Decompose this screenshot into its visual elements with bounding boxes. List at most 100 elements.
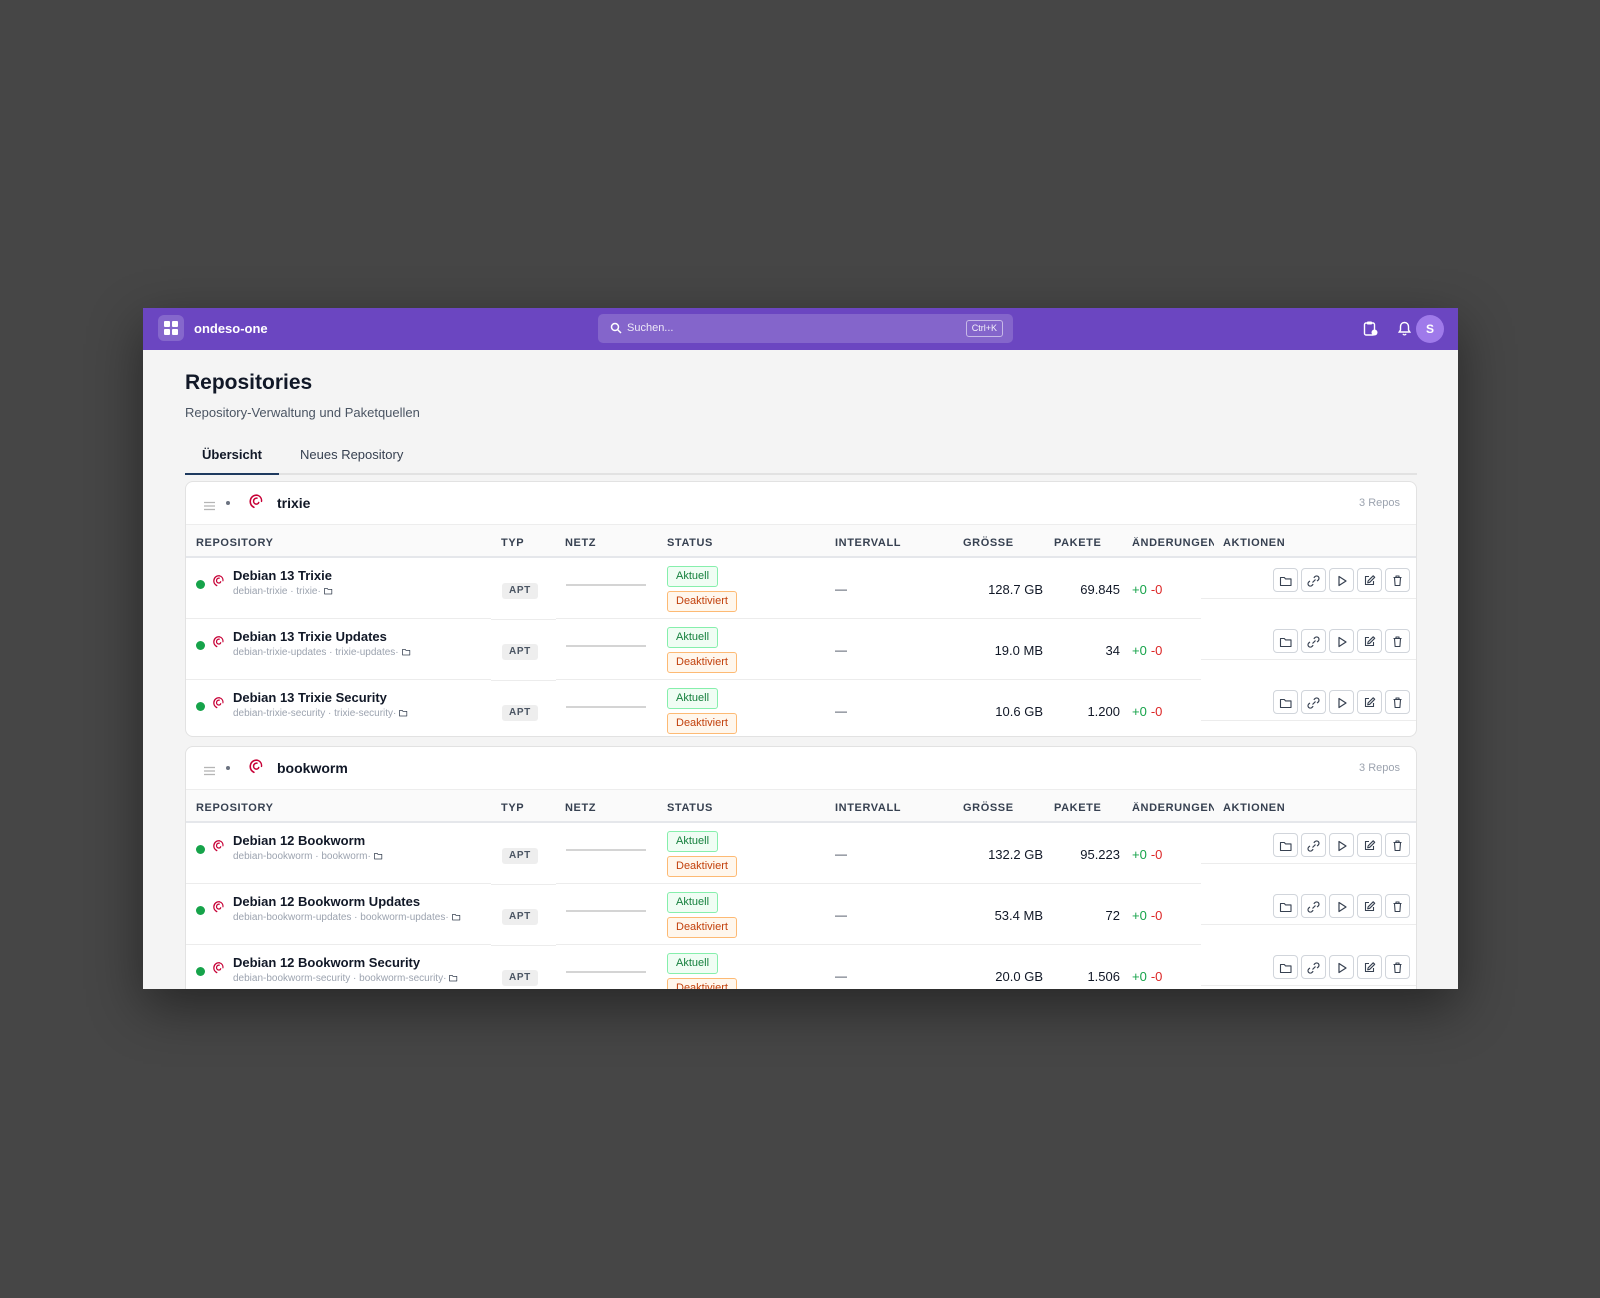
repo-name[interactable]: Debian 12 Bookworm Security	[233, 955, 420, 970]
app-name[interactable]: ondeso-one	[194, 321, 268, 336]
edit-button[interactable]	[1357, 690, 1382, 714]
changes-value: +0 -0	[1132, 908, 1162, 923]
play-button[interactable]	[1329, 568, 1354, 592]
col-netz[interactable]: NETZ	[565, 537, 596, 549]
collapse-caret-icon[interactable]	[226, 766, 230, 770]
col-status[interactable]: STATUS	[667, 802, 713, 814]
tab-neues-repository[interactable]: Neues Repository	[300, 435, 403, 475]
repo-name[interactable]: Debian 12 Bookworm	[233, 833, 365, 848]
repo-name[interactable]: Debian 13 Trixie	[233, 568, 332, 583]
folder-icon	[374, 853, 383, 860]
trash-button[interactable]	[1385, 629, 1410, 653]
repo-name[interactable]: Debian 13 Trixie Updates	[233, 629, 387, 644]
col-pakete[interactable]: PAKETE	[1054, 802, 1101, 814]
link-button[interactable]	[1301, 568, 1326, 592]
repo-name[interactable]: Debian 13 Trixie Security	[233, 690, 387, 705]
play-button[interactable]	[1329, 894, 1354, 918]
play-button[interactable]	[1329, 690, 1354, 714]
repo-path: debian-trixie-security · trixie-security…	[233, 708, 408, 719]
clipboard-icon[interactable]	[1362, 320, 1379, 337]
repo-name[interactable]: Debian 12 Bookworm Updates	[233, 894, 420, 909]
open-folder-button[interactable]	[1273, 629, 1298, 653]
link-button[interactable]	[1301, 894, 1326, 918]
status-badge-aktuell: Aktuell	[667, 953, 719, 974]
group-header[interactable]: trixie 3 Repos	[186, 482, 1416, 524]
drag-handle-icon[interactable]	[204, 498, 215, 511]
col-netz[interactable]: NETZ	[565, 802, 596, 814]
folder-icon	[451, 914, 460, 921]
page-subtitle: Repository-Verwaltung und Paketquellen	[185, 405, 420, 420]
open-folder-button[interactable]	[1273, 690, 1298, 714]
open-folder-button[interactable]	[1273, 568, 1298, 592]
col-repository[interactable]: REPOSITORY	[196, 537, 274, 549]
drag-handle-icon[interactable]	[204, 763, 215, 776]
play-button[interactable]	[1329, 833, 1354, 857]
changes-value: +0 -0	[1132, 643, 1162, 658]
trash-button[interactable]	[1385, 568, 1410, 592]
table-row[interactable]: Debian 12 Bookworm debian-bookworm · boo…	[186, 823, 1416, 885]
table-header: REPOSITORY TYP NETZ STATUS INTERVALL GRÖ…	[186, 789, 1416, 823]
interval-value: —	[835, 969, 847, 983]
link-button[interactable]	[1301, 955, 1326, 979]
table-row[interactable]: Debian 12 Bookworm Security debian-bookw…	[186, 945, 1416, 989]
collapse-caret-icon[interactable]	[226, 501, 230, 505]
bell-icon[interactable]	[1396, 320, 1413, 337]
user-avatar[interactable]: S	[1416, 315, 1444, 343]
play-button[interactable]	[1329, 955, 1354, 979]
link-icon	[1307, 961, 1320, 974]
col-repository[interactable]: REPOSITORY	[196, 802, 274, 814]
open-folder-button[interactable]	[1273, 894, 1298, 918]
packages-value: 95.223	[1080, 847, 1120, 862]
repo-path-text: debian-trixie · trixie·	[233, 586, 321, 597]
link-button[interactable]	[1301, 629, 1326, 653]
table-row[interactable]: Debian 13 Trixie Security debian-trixie-…	[186, 680, 1416, 736]
col-typ[interactable]: TYP	[501, 537, 524, 549]
col-pakete[interactable]: PAKETE	[1054, 537, 1101, 549]
col-aenderungen[interactable]: ÄNDERUNGEN	[1132, 537, 1214, 549]
app-window: ondeso-one Suchen... Ctrl+K S Repositori…	[143, 308, 1458, 989]
col-intervall[interactable]: INTERVALL	[835, 537, 901, 549]
link-button[interactable]	[1301, 690, 1326, 714]
col-groesse[interactable]: GRÖSSE	[963, 537, 1014, 549]
trash-button[interactable]	[1385, 955, 1410, 979]
changes-value: +0 -0	[1132, 582, 1162, 597]
row-actions	[1273, 833, 1410, 857]
trash-button[interactable]	[1385, 894, 1410, 918]
col-intervall[interactable]: INTERVALL	[835, 802, 901, 814]
edit-button[interactable]	[1357, 629, 1382, 653]
trash-icon	[1393, 839, 1402, 851]
play-button[interactable]	[1329, 629, 1354, 653]
search-input[interactable]: Suchen... Ctrl+K	[598, 314, 1013, 343]
table-row[interactable]: Debian 13 Trixie Updates debian-trixie-u…	[186, 619, 1416, 681]
open-folder-button[interactable]	[1273, 833, 1298, 857]
size-value: 128.7 GB	[988, 582, 1043, 597]
edit-button[interactable]	[1357, 568, 1382, 592]
changes-value: +0 -0	[1132, 969, 1162, 984]
trash-button[interactable]	[1385, 690, 1410, 714]
changes-value: +0 -0	[1132, 704, 1162, 719]
col-aktionen: AKTIONEN	[1223, 537, 1286, 549]
status-badge-aktuell: Aktuell	[667, 892, 719, 913]
status-badge-deaktiviert: Deaktiviert	[667, 978, 737, 989]
apps-grid-icon[interactable]	[158, 315, 184, 341]
link-button[interactable]	[1301, 833, 1326, 857]
trash-button[interactable]	[1385, 833, 1410, 857]
search-icon	[610, 322, 622, 334]
edit-button[interactable]	[1357, 955, 1382, 979]
row-actions	[1273, 568, 1410, 592]
table-row[interactable]: Debian 13 Trixie debian-trixie · trixie·…	[186, 558, 1416, 620]
group-header[interactable]: bookworm 3 Repos	[186, 747, 1416, 789]
network-bar	[566, 849, 646, 851]
col-status[interactable]: STATUS	[667, 537, 713, 549]
edit-button[interactable]	[1357, 833, 1382, 857]
edit-icon	[1364, 900, 1376, 911]
col-aenderungen[interactable]: ÄNDERUNGEN	[1132, 802, 1214, 814]
col-groesse[interactable]: GRÖSSE	[963, 802, 1014, 814]
folder-icon	[449, 975, 458, 982]
packages-value: 1.506	[1087, 969, 1120, 984]
edit-button[interactable]	[1357, 894, 1382, 918]
open-folder-button[interactable]	[1273, 955, 1298, 979]
col-typ[interactable]: TYP	[501, 802, 524, 814]
tab-uebersicht[interactable]: Übersicht	[185, 435, 279, 475]
table-row[interactable]: Debian 12 Bookworm Updates debian-bookwo…	[186, 884, 1416, 946]
